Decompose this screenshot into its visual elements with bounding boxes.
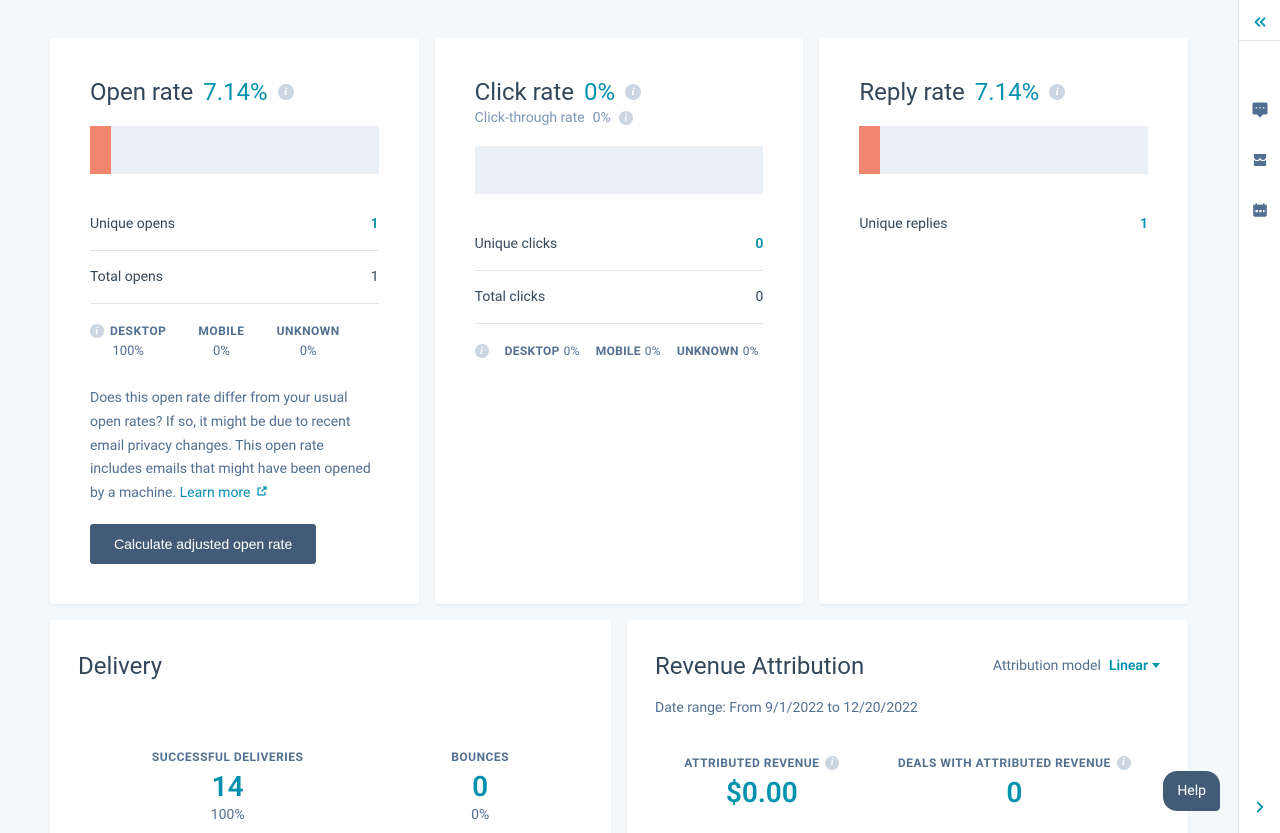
learn-more-link[interactable]: Learn more xyxy=(180,485,268,501)
attribution-model-select[interactable]: Linear xyxy=(1109,658,1160,674)
revenue-title: Revenue Attribution xyxy=(655,652,864,680)
reply-rate-progress xyxy=(859,126,1148,174)
unique-replies-label: Unique replies xyxy=(859,216,947,232)
bounces-label: BOUNCES xyxy=(451,750,509,764)
info-icon[interactable]: i xyxy=(475,344,489,358)
dashboard-main: Open rate 7.14% i Unique opens 1 Total o… xyxy=(0,0,1238,833)
open-rate-note: Does this open rate differ from your usu… xyxy=(90,387,379,506)
click-rate-value: 0% xyxy=(584,78,615,106)
chat-icon[interactable] xyxy=(1250,100,1270,120)
info-icon[interactable]: i xyxy=(625,84,641,100)
open-rate-progress-fill xyxy=(90,126,111,174)
open-rate-card: Open rate 7.14% i Unique opens 1 Total o… xyxy=(50,38,419,604)
successful-deliveries-value[interactable]: 14 xyxy=(152,770,303,803)
total-clicks-label: Total clicks xyxy=(475,289,546,305)
top-cards-row: Open rate 7.14% i Unique opens 1 Total o… xyxy=(50,38,1188,604)
attributed-revenue-value: $0.00 xyxy=(684,776,839,809)
attribution-model-label: Attribution model xyxy=(993,658,1101,674)
chevron-right-icon[interactable] xyxy=(1250,797,1270,817)
external-link-icon xyxy=(256,482,268,494)
successful-deliveries-pct: 100% xyxy=(152,807,303,823)
bottom-cards-row: Delivery SUCCESSFUL DELIVERIES 14 100% B… xyxy=(50,620,1188,833)
info-icon[interactable]: i xyxy=(90,324,104,338)
click-desktop-label: DESKTOP xyxy=(505,344,560,358)
click-rate-card: Click rate 0% i Click-through rate 0% i … xyxy=(435,38,804,604)
open-desktop-label: DESKTOP xyxy=(110,324,166,338)
open-rate-value: 7.14% xyxy=(203,78,267,106)
open-unknown-label: UNKNOWN xyxy=(277,324,340,338)
open-mobile-label: MOBILE xyxy=(198,324,244,338)
collapse-sidebar-icon[interactable] xyxy=(1250,12,1270,32)
date-range-value: From 9/1/2022 to 12/20/2022 xyxy=(729,700,918,716)
delivery-card: Delivery SUCCESSFUL DELIVERIES 14 100% B… xyxy=(50,620,611,833)
click-unknown-label: UNKNOWN xyxy=(677,344,739,358)
click-through-value: 0% xyxy=(593,110,611,126)
calendar-icon[interactable] xyxy=(1250,200,1270,220)
click-rate-progress xyxy=(475,146,764,194)
unique-opens-value[interactable]: 1 xyxy=(371,216,379,232)
calculate-adjusted-open-rate-button[interactable]: Calculate adjusted open rate xyxy=(90,524,316,564)
info-icon[interactable]: i xyxy=(1049,84,1065,100)
click-through-label: Click-through rate xyxy=(475,110,585,126)
info-icon[interactable]: i xyxy=(278,84,294,100)
marketplace-icon[interactable] xyxy=(1250,150,1270,170)
total-opens-label: Total opens xyxy=(90,269,163,285)
click-mobile-pct: 0% xyxy=(645,344,661,358)
unique-replies-value[interactable]: 1 xyxy=(1140,216,1148,232)
click-rate-title: Click rate xyxy=(475,78,574,106)
info-icon[interactable]: i xyxy=(825,756,839,770)
chevron-down-icon xyxy=(1152,663,1160,668)
unique-clicks-value[interactable]: 0 xyxy=(755,236,763,252)
reply-rate-title: Reply rate xyxy=(859,78,964,106)
deals-attributed-revenue-label: DEALS WITH ATTRIBUTED REVENUE xyxy=(898,756,1111,770)
bounces-value[interactable]: 0 xyxy=(451,770,509,803)
info-icon[interactable]: i xyxy=(1117,756,1131,770)
help-button[interactable]: Help xyxy=(1163,771,1220,811)
delivery-title: Delivery xyxy=(78,652,583,680)
reply-rate-card: Reply rate 7.14% i Unique replies 1 xyxy=(819,38,1188,604)
reply-rate-value: 7.14% xyxy=(975,78,1039,106)
open-mobile-pct: 0% xyxy=(198,344,244,359)
successful-deliveries-label: SUCCESSFUL DELIVERIES xyxy=(152,750,303,764)
open-unknown-pct: 0% xyxy=(277,344,340,359)
click-desktop-pct: 0% xyxy=(564,344,580,358)
click-unknown-pct: 0% xyxy=(743,344,759,358)
date-range-label: Date range: xyxy=(655,700,726,716)
right-sidebar xyxy=(1238,0,1280,833)
reply-rate-progress-fill xyxy=(859,126,880,174)
revenue-attribution-card: Revenue Attribution Attribution model Li… xyxy=(627,620,1188,833)
open-desktop-pct: 100% xyxy=(90,344,166,359)
bounces-pct: 0% xyxy=(451,807,509,823)
total-clicks-value: 0 xyxy=(755,289,763,305)
attributed-revenue-label: ATTRIBUTED REVENUE xyxy=(684,756,819,770)
open-rate-title: Open rate xyxy=(90,78,193,106)
open-rate-progress xyxy=(90,126,379,174)
total-opens-value: 1 xyxy=(371,269,379,285)
info-icon[interactable]: i xyxy=(619,111,633,125)
deals-attributed-revenue-value: 0 xyxy=(898,776,1131,809)
unique-opens-label: Unique opens xyxy=(90,216,175,232)
unique-clicks-label: Unique clicks xyxy=(475,236,558,252)
click-mobile-label: MOBILE xyxy=(596,344,641,358)
